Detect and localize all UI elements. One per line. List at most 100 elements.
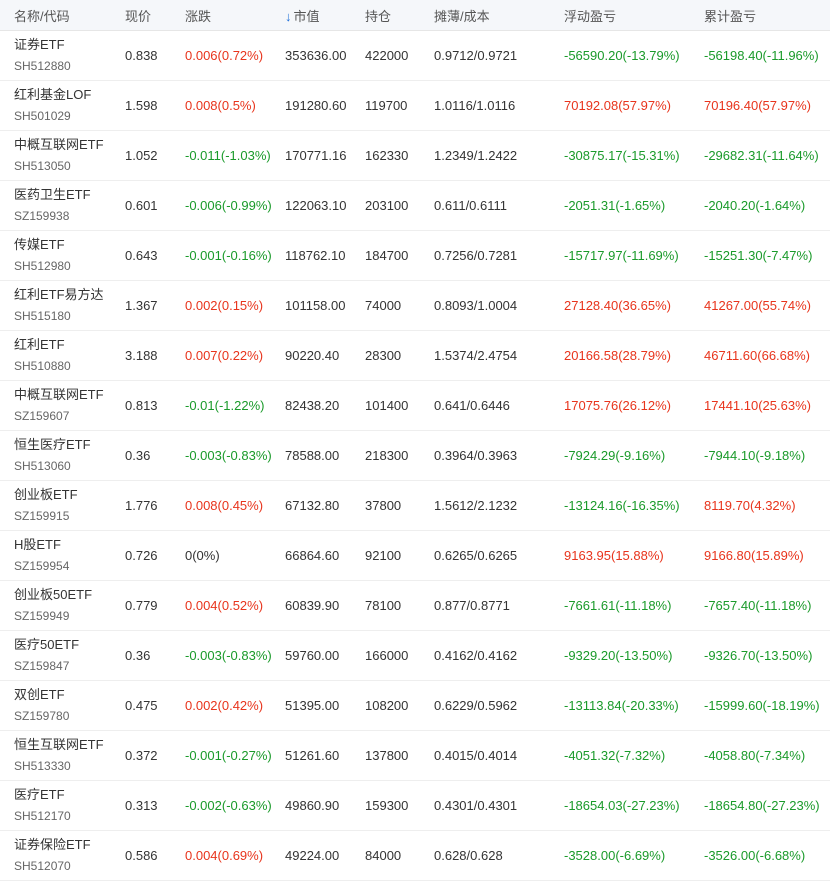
market-value-cell: 90220.40 [285,348,340,363]
table-row[interactable]: 中概互联网ETF SZ159607 0.813 -0.01(-1.22%) 82438.… [0,381,830,431]
market-value-cell: 67132.80 [285,498,340,513]
accumulated-pl-cell: 9166.80(15.89%) [704,548,804,563]
accumulated-pl-cell: -29682.31(-11.64%) [704,148,819,163]
header-floating-pl[interactable]: 浮动盈亏 [550,6,690,25]
table-row[interactable]: 证券保险ETF SH512070 0.586 0.004(0.69%) 49224.00… [0,831,830,881]
cost-cell: 1.5374/2.4754 [434,348,518,363]
fund-name: 创业板50ETF [14,587,93,602]
fund-name-cell: 创业板ETF SZ159915 [0,486,111,525]
table-row[interactable]: 红利ETF易方达 SH515180 1.367 0.002(0.15%) 101158.… [0,281,830,331]
header-price[interactable]: 现价 [111,6,171,25]
price-cell: 0.643 [125,248,158,263]
fund-name-cell: 红利基金LOF SH501029 [0,86,111,125]
market-value-cell: 60839.90 [285,598,340,613]
change-cell: -0.003(-0.83%) [185,648,271,663]
fund-name: 红利基金LOF [14,87,92,102]
change-cell: -0.001(-0.16%) [185,248,271,263]
header-name-code[interactable]: 名称/代码 [0,6,111,25]
floating-pl-cell: -4051.32(-7.32%) [564,748,666,763]
fund-name: 传媒ETF [14,237,65,252]
market-value-cell: 191280.60 [285,98,347,113]
cost-cell: 0.7256/0.7281 [434,248,518,263]
holdings-cell: 119700 [365,98,408,113]
fund-name: 医药卫生ETF [14,187,91,202]
price-cell: 0.372 [125,748,158,763]
fund-code: SZ159949 [14,609,70,623]
table-row[interactable]: H股ETF SZ159954 0.726 0(0%) 66864.60 92100 0.62… [0,531,830,581]
header-cost[interactable]: 摊薄/成本 [420,6,550,25]
fund-name-cell: 红利ETF易方达 SH515180 [0,286,111,325]
change-cell: 0.002(0.15%) [185,298,264,313]
fund-name-cell: 恒生互联网ETF SH513330 [0,736,111,775]
fund-name-cell: 证券保险ETF SH512070 [0,836,111,875]
accumulated-pl-cell: -7944.10(-9.18%) [704,448,806,463]
table-row[interactable]: 医疗ETF SH512170 0.313 -0.002(-0.63%) 49860.90… [0,781,830,831]
change-cell: 0.004(0.52%) [185,598,264,613]
holdings-cell: 92100 [365,548,402,563]
table-row[interactable]: 创业板50ETF SZ159949 0.779 0.004(0.52%) 60839.9… [0,581,830,631]
price-cell: 0.586 [125,848,158,863]
price-cell: 0.36 [125,448,151,463]
market-value-cell: 118762.10 [285,248,346,263]
fund-name-cell: 创业板50ETF SZ159949 [0,586,111,625]
price-cell: 0.601 [125,198,158,213]
fund-name: 创业板ETF [14,487,78,502]
price-cell: 0.838 [125,48,158,63]
table-row[interactable]: 中概互联网ETF SH513050 1.052 -0.011(-1.03%) 17077… [0,131,830,181]
table-row[interactable]: 证券ETF SH512880 0.838 0.006(0.72%) 353636.00 4… [0,31,830,81]
fund-name: 恒生互联网ETF [14,737,104,752]
accumulated-pl-cell: 70196.40(57.97%) [704,98,811,113]
cost-cell: 0.6265/0.6265 [434,548,518,563]
floating-pl-cell: -13124.16(-16.35%) [564,498,680,513]
fund-name: 中概互联网ETF [14,137,104,152]
holdings-cell: 74000 [365,298,402,313]
header-accumulated-pl[interactable]: 累计盈亏 [690,6,830,25]
accumulated-pl-cell: 17441.10(25.63%) [704,398,811,413]
cost-cell: 0.4301/0.4301 [434,798,518,813]
fund-code: SH512880 [14,59,71,73]
cost-cell: 0.4162/0.4162 [434,648,518,663]
fund-name-cell: 医药卫生ETF SZ159938 [0,186,111,225]
change-cell: 0(0%) [185,548,220,563]
change-cell: 0.008(0.5%) [185,98,256,113]
table-row[interactable]: 红利基金LOF SH501029 1.598 0.008(0.5%) 191280.60… [0,81,830,131]
header-market-value-label: 市值 [293,8,320,24]
table-row[interactable]: 双创ETF SZ159780 0.475 0.002(0.42%) 51395.00 10… [0,681,830,731]
fund-name-cell: 恒生医疗ETF SH513060 [0,436,111,475]
fund-code: SZ159780 [14,709,70,723]
fund-name: 中概互联网ETF [14,387,104,402]
fund-name-cell: 证券ETF SH512880 [0,36,111,75]
fund-name-cell: 红利ETF SH510880 [0,336,111,375]
holdings-cell: 159300 [365,798,409,813]
table-row[interactable]: 创业板ETF SZ159915 1.776 0.008(0.45%) 67132.80 3… [0,481,830,531]
holdings-cell: 203100 [365,198,409,213]
table-row[interactable]: 传媒ETF SH512980 0.643 -0.001(-0.16%) 118762.1… [0,231,830,281]
floating-pl-cell: -3528.00(-6.69%) [564,848,666,863]
holdings-cell: 218300 [365,448,409,463]
market-value-cell: 101158.00 [285,298,346,313]
accumulated-pl-cell: 46711.60(66.68%) [704,348,811,363]
cost-cell: 0.9712/0.9721 [434,48,518,63]
holdings-cell: 108200 [365,698,409,713]
table-row[interactable]: 医药卫生ETF SZ159938 0.601 -0.006(-0.99%) 122063… [0,181,830,231]
table-row[interactable]: 恒生互联网ETF SH513330 0.372 -0.001(-0.27%) 51261… [0,731,830,781]
header-market-value[interactable]: ↓ 市值 [271,6,351,25]
price-cell: 0.726 [125,548,158,563]
table-row[interactable]: 医疗50ETF SZ159847 0.36 -0.003(-0.83%) 59760.0… [0,631,830,681]
accumulated-pl-cell: -15999.60(-18.19%) [704,698,820,713]
table-row[interactable]: 红利ETF SH510880 3.188 0.007(0.22%) 90220.40 28… [0,331,830,381]
fund-name-cell: 医疗50ETF SZ159847 [0,636,111,675]
header-holdings[interactable]: 持仓 [351,6,420,25]
market-value-cell: 59760.00 [285,648,340,663]
header-change[interactable]: 涨跌 [171,6,271,25]
floating-pl-cell: 70192.08(57.97%) [564,98,671,113]
table-row[interactable]: 恒生医疗ETF SH513060 0.36 -0.003(-0.83%) 78588.0… [0,431,830,481]
floating-pl-cell: -15717.97(-11.69%) [564,248,679,263]
market-value-cell: 122063.10 [285,198,347,213]
floating-pl-cell: -18654.03(-27.23%) [564,798,680,813]
price-cell: 0.813 [125,398,158,413]
fund-name: 医疗ETF [14,787,65,802]
fund-name: 证券ETF [14,37,65,52]
cost-cell: 0.4015/0.4014 [434,748,518,763]
change-cell: 0.007(0.22%) [185,348,264,363]
